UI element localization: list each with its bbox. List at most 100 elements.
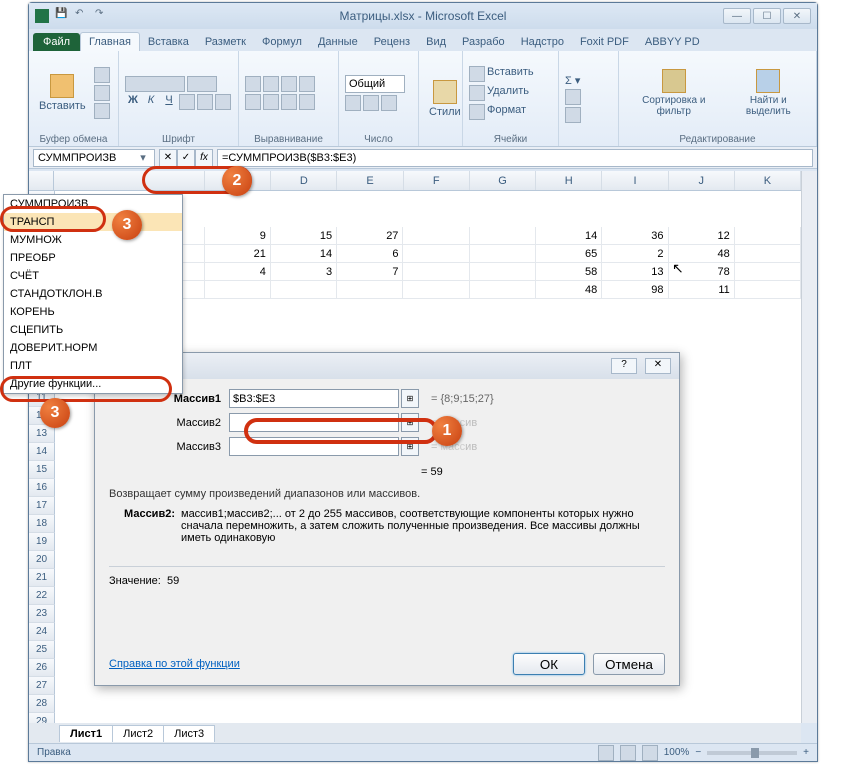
zoom-slider[interactable] bbox=[707, 751, 797, 755]
dialog-close-button[interactable]: ✕ bbox=[645, 358, 671, 374]
align-right-icon[interactable] bbox=[281, 94, 297, 110]
italic-button[interactable]: К bbox=[143, 94, 159, 110]
align-left-icon[interactable] bbox=[245, 94, 261, 110]
copy-icon[interactable] bbox=[94, 85, 110, 101]
col-header-k[interactable]: K bbox=[735, 171, 801, 190]
arg3-input[interactable] bbox=[229, 437, 399, 456]
cancel-formula-button[interactable]: ✕ bbox=[159, 149, 177, 167]
zoom-out-button[interactable]: − bbox=[695, 747, 701, 758]
fn-item-more-functions[interactable]: Другие функции... bbox=[4, 375, 182, 393]
fn-item[interactable]: ДОВЕРИТ.НОРМ bbox=[4, 339, 182, 357]
fn-item[interactable]: СЦЕПИТЬ bbox=[4, 321, 182, 339]
select-all-corner[interactable] bbox=[29, 171, 54, 190]
close-button[interactable]: ✕ bbox=[783, 8, 811, 24]
ok-button[interactable]: ОК bbox=[513, 653, 585, 675]
undo-icon[interactable]: ↶ bbox=[75, 8, 91, 24]
format-painter-icon[interactable] bbox=[94, 103, 110, 119]
arg1-input[interactable] bbox=[229, 389, 399, 408]
arg2-range-picker-icon[interactable]: ⊞ bbox=[401, 413, 419, 432]
sheet-tab[interactable]: Лист2 bbox=[112, 725, 164, 742]
find-select-button[interactable]: Найти и выделить bbox=[727, 67, 810, 119]
sheet-tab[interactable]: Лист3 bbox=[163, 725, 215, 742]
col-header[interactable] bbox=[54, 171, 205, 190]
fn-item[interactable]: КОРЕНЬ bbox=[4, 303, 182, 321]
bold-button[interactable]: Ж bbox=[125, 94, 141, 110]
name-box-dropdown-icon[interactable]: ▾ bbox=[136, 151, 150, 164]
fn-item[interactable]: МУМНОЖ bbox=[4, 231, 182, 249]
redo-icon[interactable]: ↷ bbox=[95, 8, 111, 24]
fn-item[interactable]: СЧЁТ bbox=[4, 267, 182, 285]
col-header-j[interactable]: J bbox=[669, 171, 735, 190]
col-header-i[interactable]: I bbox=[602, 171, 668, 190]
align-center-icon[interactable] bbox=[263, 94, 279, 110]
fill-icon[interactable] bbox=[565, 89, 581, 105]
format-cells-button[interactable]: Формат bbox=[469, 104, 534, 120]
group-number-label: Число bbox=[345, 133, 412, 145]
tab-home[interactable]: Главная bbox=[80, 32, 140, 51]
cut-icon[interactable] bbox=[94, 67, 110, 83]
view-break-icon[interactable] bbox=[642, 745, 658, 761]
number-format-combo[interactable]: Общий bbox=[345, 75, 405, 93]
arg2-input[interactable] bbox=[229, 413, 399, 432]
percent-icon[interactable] bbox=[363, 95, 379, 111]
fn-item[interactable]: ПЛТ bbox=[4, 357, 182, 375]
save-icon[interactable]: 💾 bbox=[55, 8, 71, 24]
col-header-d[interactable]: D bbox=[271, 171, 337, 190]
tab-view[interactable]: Вид bbox=[418, 33, 454, 51]
align-middle-icon[interactable] bbox=[263, 76, 279, 92]
formula-input[interactable]: =СУММПРОИЗВ($B3:$E3) bbox=[217, 149, 813, 167]
minimize-button[interactable]: — bbox=[723, 8, 751, 24]
col-header-g[interactable]: G bbox=[470, 171, 536, 190]
zoom-in-button[interactable]: + bbox=[803, 747, 809, 758]
col-header-e[interactable]: E bbox=[337, 171, 403, 190]
font-size-combo[interactable] bbox=[187, 76, 217, 92]
align-bottom-icon[interactable] bbox=[281, 76, 297, 92]
cancel-button[interactable]: Отмена bbox=[593, 653, 665, 675]
vertical-scrollbar[interactable] bbox=[801, 171, 817, 723]
tab-abbyy[interactable]: ABBYY PD bbox=[637, 33, 708, 51]
col-header-f[interactable]: F bbox=[404, 171, 470, 190]
enter-formula-button[interactable]: ✓ bbox=[177, 149, 195, 167]
align-top-icon[interactable] bbox=[245, 76, 261, 92]
border-icon[interactable] bbox=[179, 94, 195, 110]
font-name-combo[interactable] bbox=[125, 76, 185, 92]
arg1-range-picker-icon[interactable]: ⊞ bbox=[401, 389, 419, 408]
name-box[interactable]: СУММПРОИЗВ ▾ bbox=[33, 149, 155, 167]
function-help-link[interactable]: Справка по этой функции bbox=[109, 658, 240, 670]
sheet-tab[interactable]: Лист1 bbox=[59, 725, 113, 742]
tab-foxit[interactable]: Foxit PDF bbox=[572, 33, 637, 51]
underline-button[interactable]: Ч bbox=[161, 94, 177, 110]
insert-cells-button[interactable]: Вставить bbox=[469, 66, 534, 82]
maximize-button[interactable]: ☐ bbox=[753, 8, 781, 24]
tab-review[interactable]: Реценз bbox=[366, 33, 418, 51]
tab-insert[interactable]: Вставка bbox=[140, 33, 197, 51]
tab-layout[interactable]: Разметк bbox=[197, 33, 254, 51]
col-header-h[interactable]: H bbox=[536, 171, 602, 190]
font-color-icon[interactable] bbox=[215, 94, 231, 110]
view-normal-icon[interactable] bbox=[598, 745, 614, 761]
fn-item[interactable]: СТАНДОТКЛОН.В bbox=[4, 285, 182, 303]
tab-developer[interactable]: Разрабо bbox=[454, 33, 513, 51]
styles-button[interactable]: Стили bbox=[425, 78, 465, 120]
fn-item-transp[interactable]: ТРАНСП bbox=[4, 213, 182, 231]
tab-file[interactable]: Файл bbox=[33, 33, 80, 51]
view-layout-icon[interactable] bbox=[620, 745, 636, 761]
delete-cells-button[interactable]: Удалить bbox=[469, 85, 534, 101]
paste-button[interactable]: Вставить bbox=[35, 72, 90, 114]
tab-data[interactable]: Данные bbox=[310, 33, 366, 51]
autosum-icon[interactable]: Σ ▾ bbox=[565, 74, 580, 87]
orientation-icon[interactable] bbox=[299, 76, 315, 92]
dialog-help-button[interactable]: ? bbox=[611, 358, 637, 374]
tab-addins[interactable]: Надстро bbox=[513, 33, 572, 51]
fn-item[interactable]: ПРЕОБР bbox=[4, 249, 182, 267]
insert-function-button[interactable]: fx bbox=[195, 149, 213, 167]
fill-color-icon[interactable] bbox=[197, 94, 213, 110]
comma-icon[interactable] bbox=[381, 95, 397, 111]
currency-icon[interactable] bbox=[345, 95, 361, 111]
indent-icon[interactable] bbox=[299, 94, 315, 110]
arg3-range-picker-icon[interactable]: ⊞ bbox=[401, 437, 419, 456]
tab-formulas[interactable]: Формул bbox=[254, 33, 310, 51]
fn-item[interactable]: СУММПРОИЗВ bbox=[4, 195, 182, 213]
clear-icon[interactable] bbox=[565, 107, 581, 123]
sort-filter-button[interactable]: Сортировка и фильтр bbox=[625, 67, 723, 119]
